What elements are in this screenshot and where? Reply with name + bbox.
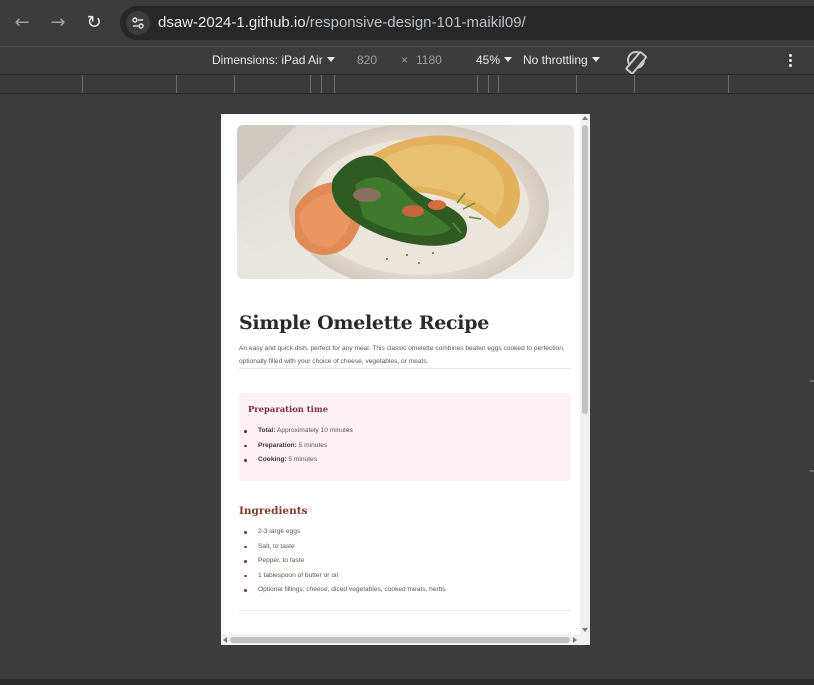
url-path: /responsive-design-101-maikil09/ (305, 14, 526, 31)
address-bar[interactable]: dsaw-2024-1.github.io/responsive-design-… (120, 6, 814, 40)
scroll-down-icon[interactable] (582, 628, 588, 632)
url-text[interactable]: dsaw-2024-1.github.io/responsive-design-… (158, 14, 526, 31)
preparation-list: Total: Approximately 10 minutes Preparat… (244, 424, 353, 468)
browser-toolbar: ← → ↻ dsaw-2024-1.github.io/responsive-d… (0, 0, 814, 46)
scrollbar-thumb[interactable] (230, 637, 570, 643)
chevron-down-icon (504, 57, 513, 62)
page-title: Simple Omelette Recipe (239, 312, 489, 334)
ingredients-heading: Ingredients (239, 505, 308, 517)
chevron-down-icon (326, 57, 335, 62)
ingredients-list: 2-3 large eggs Salt, to taste Pepper, to… (244, 525, 446, 598)
preparation-heading: Preparation time (248, 404, 329, 414)
side-marker (810, 470, 814, 472)
rotate-icon[interactable] (623, 47, 649, 73)
zoom-dropdown[interactable]: 45% (476, 53, 513, 67)
scroll-right-icon[interactable] (573, 637, 577, 643)
device-toolbar: Dimensions: iPad Air 820 × 1180 45% No t… (0, 46, 814, 74)
device-frame: Simple Omelette Recipe An easy and quick… (221, 114, 590, 645)
preparation-time-box: Preparation time Total: Approximately 10… (239, 393, 571, 481)
scroll-left-icon[interactable] (223, 637, 227, 643)
scrollbar-thumb[interactable] (582, 125, 588, 414)
list-item: Cooking: 5 minutes (244, 453, 353, 468)
omelette-photo (237, 125, 574, 279)
width-input[interactable]: 820 (357, 53, 377, 67)
times-sign: × (401, 53, 409, 67)
list-item: Total: Approximately 10 minutes (244, 424, 353, 439)
vertical-scrollbar[interactable] (580, 114, 590, 634)
height-input[interactable]: 1180 (416, 53, 442, 67)
throttling-dropdown[interactable]: No throttling (523, 53, 600, 67)
reload-icon[interactable]: ↻ (83, 12, 105, 34)
url-host: dsaw-2024-1.github.io (158, 14, 306, 31)
site-settings-icon[interactable] (126, 11, 150, 35)
back-arrow-icon[interactable]: ← (11, 12, 33, 34)
list-item: Pepper, to taste (244, 554, 446, 569)
side-marker (810, 380, 814, 382)
divider (239, 610, 571, 611)
scroll-up-icon[interactable] (582, 116, 588, 120)
list-item: Salt, to taste (244, 540, 446, 555)
more-options-icon[interactable] (786, 53, 794, 69)
zoom-label: 45% (476, 53, 501, 67)
status-strip (0, 679, 814, 685)
forward-arrow-icon[interactable]: → (47, 12, 69, 34)
media-query-ruler[interactable] (0, 74, 814, 94)
recipe-card: Simple Omelette Recipe An easy and quick… (224, 114, 580, 634)
horizontal-scrollbar[interactable] (221, 634, 590, 645)
list-item: Preparation: 5 minutes (244, 439, 353, 454)
divider (239, 368, 571, 369)
list-item: 2-3 large eggs (244, 525, 446, 540)
recipe-description: An easy and quick dish, perfect for any … (239, 345, 565, 365)
list-item: 1 tablespoon of butter or oil (244, 569, 446, 584)
chevron-down-icon (591, 57, 600, 62)
throttling-label: No throttling (523, 53, 588, 67)
dimensions-dropdown[interactable]: Dimensions: iPad Air (212, 53, 335, 67)
list-item: Optional fillings: cheese, diced vegetab… (244, 583, 446, 598)
dimensions-label: Dimensions: iPad Air (212, 53, 323, 67)
